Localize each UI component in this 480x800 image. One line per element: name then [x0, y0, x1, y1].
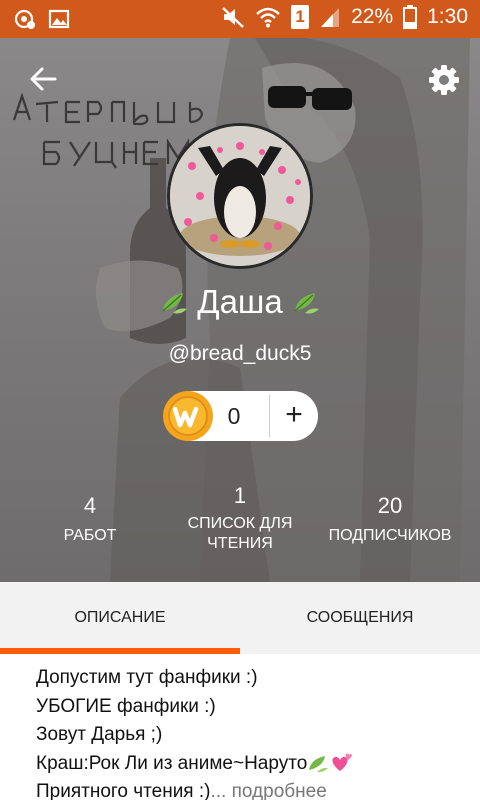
description-line: Допустим тут фанфики :): [36, 667, 258, 688]
profile-handle: @bread_duck5: [168, 342, 312, 365]
signal-icon: [321, 8, 340, 27]
coin-count: 0: [227, 403, 241, 429]
stat-works[interactable]: 4 РАБОТ: [10, 494, 170, 546]
description-line-last: Приятного чтения :)... подробнее: [36, 778, 466, 800]
active-tab-indicator: [0, 648, 240, 654]
stat-reading-list-label-2: ЧТЕНИЯ: [207, 535, 273, 552]
profile-name-row: Даша: [0, 283, 480, 321]
stat-followers[interactable]: 20 ПОДПИСЧИКОВ: [310, 494, 470, 546]
gallery-icon: [48, 9, 70, 29]
battery-icon: [403, 5, 418, 29]
stat-works-label: РАБОТ: [63, 527, 117, 544]
profile-name: Даша: [197, 283, 283, 320]
stat-works-number: 4: [83, 493, 97, 518]
description-line-crush: Краш:Рок Ли из аниме~Наруто: [36, 750, 466, 779]
read-more-link[interactable]: ... подробнее: [210, 781, 326, 800]
avatar-image: [170, 126, 310, 266]
avatar[interactable]: [167, 123, 313, 269]
wattpad-coin-icon: [163, 391, 213, 441]
stat-reading-list-label-1: СПИСОК ДЛЯ: [187, 515, 293, 532]
sim-icon: 1: [291, 5, 310, 29]
notification-icon: [14, 9, 35, 29]
stat-followers-number: 20: [377, 493, 403, 518]
description-line: Зовут Дарья ;): [36, 724, 163, 745]
stat-reading-list-number: 1: [233, 483, 247, 508]
description-line-text: Краш:Рок Ли из аниме~Наруто: [36, 752, 308, 774]
leaf-icon: [294, 293, 319, 314]
leaf-icon: [162, 293, 188, 314]
stat-reading-list[interactable]: 1 СПИСОК ДЛЯ ЧТЕНИЯ: [160, 484, 320, 554]
stat-followers-label: ПОДПИСЧИКОВ: [328, 527, 452, 544]
profile-header: Даша @bread_duck5 0 + 4 РАБОТ 1 СПИСОК Д…: [0, 38, 480, 582]
clock: 1:30: [427, 5, 468, 28]
profile-tabs: ОПИСАНИЕ СООБЩЕНИЯ: [0, 582, 480, 654]
profile-description: Допустим тут фанфики :) УБОГИЕ фанфики :…: [36, 664, 466, 800]
back-arrow-icon[interactable]: [28, 64, 58, 94]
add-coins-button[interactable]: +: [270, 391, 318, 441]
coins-widget: 0 +: [163, 391, 318, 441]
description-line-text: Приятного чтения :): [36, 781, 211, 800]
hearts-emoji-icon: [332, 753, 353, 771]
status-bar: 1 22% 1:30: [0, 0, 480, 38]
description-line: УБОГИЕ фанфики :): [36, 695, 216, 717]
wifi-icon: [256, 7, 280, 28]
leaf-emoji-icon: [309, 755, 329, 772]
tab-description[interactable]: ОПИСАНИЕ: [0, 582, 240, 654]
tab-messages[interactable]: СООБЩЕНИЯ: [240, 582, 480, 654]
settings-gear-icon[interactable]: [428, 64, 460, 96]
mute-icon: [222, 7, 244, 28]
battery-percent: 22%: [351, 5, 394, 28]
